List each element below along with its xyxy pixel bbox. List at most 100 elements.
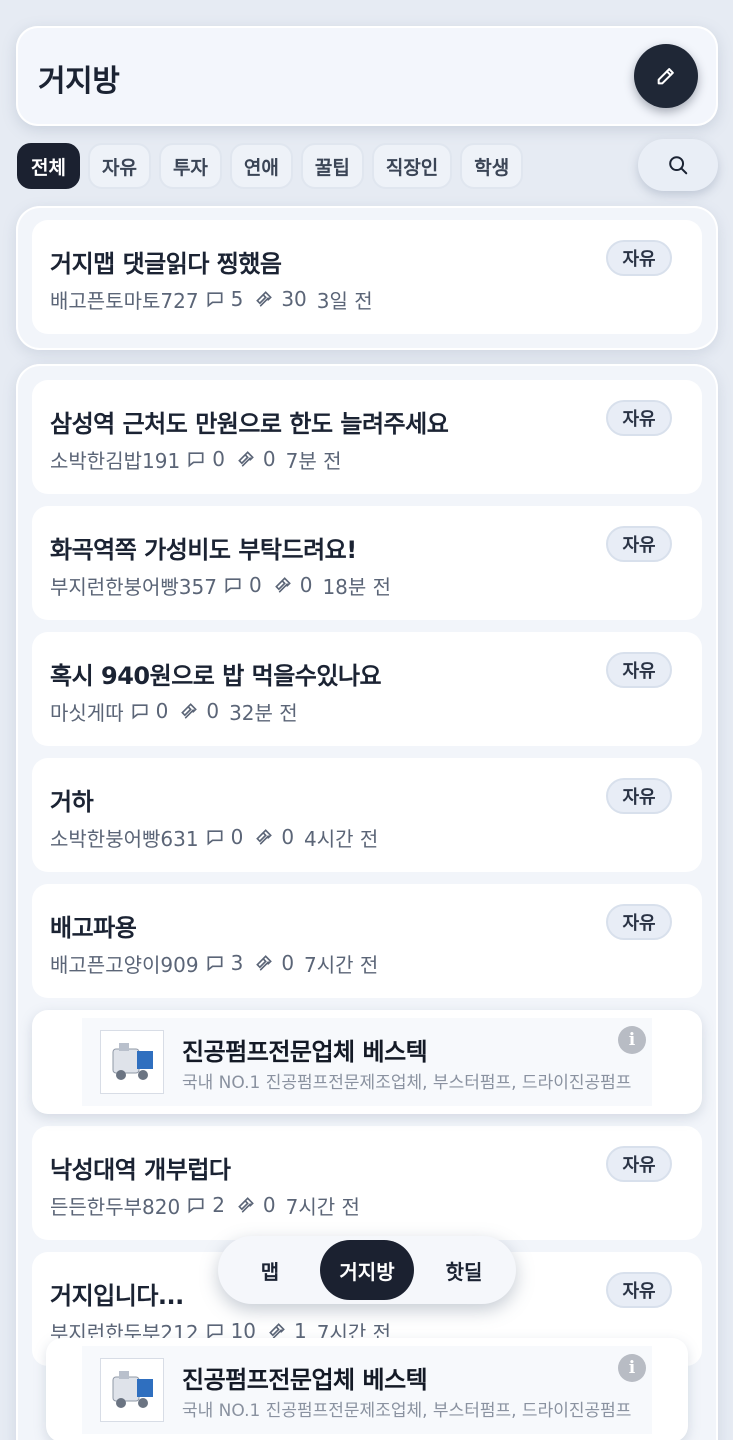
ad-title: 진공펌프전문업체 베스텍: [182, 1366, 428, 1394]
post-meta: 소박한김밥191 0 0 7분 전: [50, 446, 342, 473]
category-badge: 자유: [606, 526, 672, 562]
info-icon[interactable]: i: [618, 1354, 646, 1382]
ad-description: 국내 NO.1 진공펌프전문제조업체, 부스터펌프, 드라이진공펌프: [182, 1401, 632, 1421]
like-count: 0: [206, 699, 220, 723]
like-icon: [253, 827, 275, 847]
tab-free[interactable]: 자유: [87, 143, 151, 189]
comment-icon: [205, 953, 225, 973]
post-meta: 소박한붕어빵631 0 0 4시간 전: [50, 824, 379, 851]
post-card[interactable]: 거하 소박한붕어빵631 0 0 4시간 전 자유: [32, 758, 702, 872]
bottom-ad-banner[interactable]: 진공펌프전문업체 베스텍 국내 NO.1 진공펌프전문제조업체, 부스터펌프, …: [46, 1338, 688, 1440]
post-title: 낙성대역 개부럽다: [50, 1156, 231, 1184]
category-badge: 자유: [606, 1146, 672, 1182]
write-post-button[interactable]: [634, 44, 698, 108]
ad-banner[interactable]: 진공펌프전문업체 베스텍 국내 NO.1 진공펌프전문제조업체, 부스터펌프, …: [32, 1010, 702, 1114]
post-time: 7시간 전: [285, 1194, 360, 1219]
post-author: 든든한두부820: [50, 1194, 181, 1219]
category-badge: 자유: [606, 904, 672, 940]
category-badge: 자유: [606, 240, 672, 276]
post-card[interactable]: 배고파용 배고픈고양이909 3 0 7시간 전 자유: [32, 884, 702, 998]
comment-count: 0: [230, 825, 244, 849]
comment-icon: [223, 575, 243, 595]
bottom-navigation: 맵 거지방 핫딜: [218, 1236, 516, 1304]
like-count: 0: [262, 447, 276, 471]
category-badge: 자유: [606, 400, 672, 436]
category-badge: 자유: [606, 1272, 672, 1308]
comment-count: 5: [230, 287, 244, 311]
post-author: 소박한김밥191: [50, 448, 181, 473]
post-title: 거하: [50, 788, 94, 816]
ad-title: 진공펌프전문업체 베스텍: [182, 1038, 428, 1066]
ad-description: 국내 NO.1 진공펌프전문제조업체, 부스터펌프, 드라이진공펌프: [182, 1073, 632, 1093]
post-meta: 마싯게따 0 0 32분 전: [50, 698, 298, 725]
post-title: 삼성역 근처도 만원으로 한도 늘려주세요: [50, 410, 449, 438]
info-icon[interactable]: i: [618, 1026, 646, 1054]
nav-hotdeal[interactable]: 핫딜: [426, 1240, 502, 1300]
comment-icon: [186, 449, 206, 469]
post-time: 4시간 전: [304, 826, 379, 851]
post-author: 배고픈고양이909: [50, 952, 199, 977]
tab-tips[interactable]: 꿀팁: [300, 143, 364, 189]
post-title: 혹시 940원으로 밥 먹을수있나요: [50, 662, 382, 690]
like-icon: [235, 1195, 257, 1215]
post-card[interactable]: 화곡역쪽 가성비도 부탁드려요! 부지런한붕어빵357 0 0 18분 전 자유: [32, 506, 702, 620]
tab-students[interactable]: 학생: [460, 143, 524, 189]
like-count: 0: [299, 573, 313, 597]
post-author: 마싯게따: [50, 700, 124, 725]
like-icon: [272, 575, 294, 595]
like-icon: [235, 449, 257, 469]
tab-workers[interactable]: 직장인: [371, 143, 453, 189]
ad-content: 진공펌프전문업체 베스텍 국내 NO.1 진공펌프전문제조업체, 부스터펌프, …: [82, 1346, 652, 1434]
comment-count: 0: [212, 447, 225, 471]
post-title: 거지맵 댓글읽다 찡했음: [50, 250, 282, 278]
ad-thumbnail: [100, 1358, 164, 1422]
post-time: 32분 전: [229, 700, 298, 725]
comment-icon: [130, 701, 150, 721]
like-count: 0: [281, 951, 295, 975]
post-card[interactable]: 삼성역 근처도 만원으로 한도 늘려주세요 소박한김밥191 0 0 7분 전 …: [32, 380, 702, 494]
comment-count: 0: [248, 573, 262, 597]
tab-invest[interactable]: 투자: [158, 143, 222, 189]
post-meta: 든든한두부820 2 0 7시간 전: [50, 1192, 360, 1219]
like-icon: [253, 953, 275, 973]
post-card[interactable]: 혹시 940원으로 밥 먹을수있나요 마싯게따 0 0 32분 전 자유: [32, 632, 702, 746]
page-title: 거지방: [38, 64, 120, 99]
comment-icon: [186, 1195, 206, 1215]
comment-icon: [205, 289, 225, 309]
post-author: 소박한붕어빵631: [50, 826, 199, 851]
comment-icon: [205, 827, 225, 847]
post-meta: 배고픈고양이909 3 0 7시간 전: [50, 950, 379, 977]
ad-thumbnail: [100, 1030, 164, 1094]
nav-geojibang[interactable]: 거지방: [320, 1240, 414, 1300]
like-count: 0: [262, 1193, 276, 1217]
tab-dating[interactable]: 연애: [229, 143, 293, 189]
nav-map[interactable]: 맵: [232, 1240, 308, 1300]
comment-count: 2: [212, 1193, 225, 1217]
header: 거지방: [16, 26, 718, 126]
like-icon: [253, 289, 275, 309]
post-time: 7시간 전: [304, 952, 379, 977]
pinned-post-group: 거지맵 댓글읽다 찡했음 배고픈토마토727 5 30 3일 전 자유: [16, 206, 718, 350]
post-time: 18분 전: [322, 574, 392, 599]
post-title: 거지입니다...: [50, 1282, 184, 1310]
search-icon: [669, 156, 688, 175]
category-badge: 자유: [606, 778, 672, 814]
post-author: 부지런한붕어빵357: [50, 574, 217, 599]
like-icon: [178, 701, 200, 721]
comment-count: 3: [230, 951, 244, 975]
post-meta: 부지런한붕어빵357 0 0 18분 전: [50, 572, 392, 599]
search-button[interactable]: [638, 139, 718, 191]
comment-count: 0: [155, 699, 169, 723]
like-count: 30: [281, 287, 307, 311]
post-time: 7분 전: [285, 448, 342, 473]
pinned-post-card[interactable]: 거지맵 댓글읽다 찡했음 배고픈토마토727 5 30 3일 전 자유: [32, 220, 702, 334]
post-time: 3일 전: [316, 288, 373, 313]
tab-all[interactable]: 전체: [17, 143, 80, 189]
post-title: 배고파용: [50, 914, 137, 942]
category-badge: 자유: [606, 652, 672, 688]
like-count: 0: [281, 825, 295, 849]
post-meta: 배고픈토마토727 5 30 3일 전: [50, 286, 373, 313]
post-card[interactable]: 낙성대역 개부럽다 든든한두부820 2 0 7시간 전 자유: [32, 1126, 702, 1240]
category-tabs: 전체 자유 투자 연애 꿀팁 직장인 학생: [17, 143, 524, 189]
ad-content: 진공펌프전문업체 베스텍 국내 NO.1 진공펌프전문제조업체, 부스터펌프, …: [82, 1018, 652, 1106]
